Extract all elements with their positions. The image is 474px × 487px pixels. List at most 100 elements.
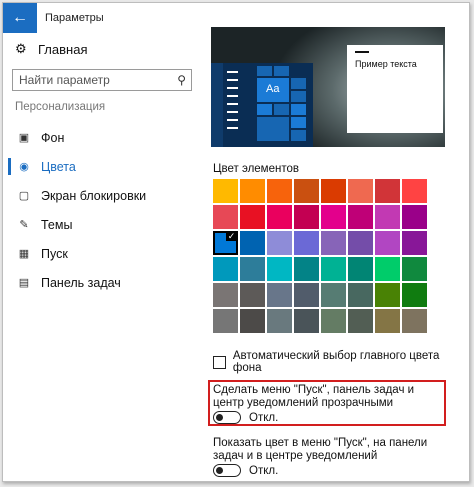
accent-colors-heading: Цвет элементов [213,163,299,175]
checkmark-icon: ✓ [226,231,237,241]
color-swatch[interactable] [294,283,319,307]
color-swatch[interactable] [321,309,346,333]
search-placeholder: Найти параметр [19,73,110,87]
color-swatch[interactable] [348,205,373,229]
color-swatch[interactable] [321,283,346,307]
sidebar: ⚙ Главная Найти параметр ⚲ Персонализаци… [3,33,199,481]
show-color-toggle-row[interactable]: Откл. [213,464,278,477]
color-swatch[interactable] [402,257,427,281]
color-swatch[interactable] [321,205,346,229]
color-swatch[interactable] [213,283,238,307]
toggle-knob [216,466,223,474]
color-swatch[interactable] [240,179,265,203]
auto-accent-label: Автоматический выбор главного цвета фона [232,350,440,374]
sidebar-item-colors[interactable]: ◉ Цвета [3,152,199,181]
color-swatch[interactable] [402,309,427,333]
color-swatch[interactable] [267,231,292,255]
preview-start-menu [223,63,253,147]
preview-sample-text: Пример текста [355,59,417,69]
transparency-toggle-row[interactable]: Откл. [213,411,278,424]
color-swatch[interactable] [294,257,319,281]
color-swatch[interactable] [240,205,265,229]
color-swatch[interactable] [375,179,400,203]
sidebar-nav: ▣ Фон ◉ Цвета ▢ Экран блокировки ✎ Темы … [3,123,199,297]
color-swatch[interactable] [267,179,292,203]
sidebar-item-label: Экран блокировки [41,188,147,203]
show-color-description: Показать цвет в меню "Пуск", на панели з… [213,437,428,462]
preview-sample-window: Пример текста [347,45,443,133]
color-swatch[interactable] [402,179,427,203]
transparency-state: Откл. [249,411,279,424]
color-swatch[interactable] [348,257,373,281]
color-swatch[interactable] [375,205,400,229]
show-color-toggle[interactable] [213,464,241,477]
home-label: Главная [38,41,88,57]
home-link[interactable]: ⚙ Главная [15,41,87,57]
color-swatch[interactable] [321,257,346,281]
preview-tile-text: Aa [266,83,280,95]
color-swatch[interactable] [240,231,265,255]
preview-tiles: Aa [253,63,313,147]
color-swatch[interactable] [213,257,238,281]
color-swatch[interactable] [375,231,400,255]
color-swatch[interactable] [240,283,265,307]
start-icon: ▦ [18,248,30,260]
palette-icon: ◉ [19,161,29,173]
sidebar-item-themes[interactable]: ✎ Темы [3,210,199,239]
color-swatch[interactable] [402,205,427,229]
color-swatch[interactable]: ✓ [213,231,238,255]
show-color-state: Откл. [249,464,279,477]
section-label: Персонализация [15,101,106,113]
color-swatch[interactable] [321,231,346,255]
toggle-knob [216,413,223,421]
color-swatch[interactable] [240,309,265,333]
accent-color-grid: ✓ [213,179,433,333]
sidebar-item-taskbar[interactable]: ▤ Панель задач [3,268,199,297]
theme-preview: Aa Пример текста [211,27,445,147]
color-swatch[interactable] [267,205,292,229]
back-button[interactable]: ← [3,3,37,33]
sidebar-item-label: Фон [41,130,65,145]
color-swatch[interactable] [213,205,238,229]
color-swatch[interactable] [240,257,265,281]
window-title: Параметры [45,12,104,24]
transparency-toggle[interactable] [213,411,241,424]
sidebar-item-lock-screen[interactable]: ▢ Экран блокировки [3,181,199,210]
auto-accent-checkbox-row[interactable]: Автоматический выбор главного цвета фона [213,350,469,374]
sidebar-item-label: Пуск [41,246,68,261]
taskbar-icon: ▤ [18,277,30,289]
color-swatch[interactable] [213,179,238,203]
color-swatch[interactable] [294,205,319,229]
color-swatch[interactable] [375,309,400,333]
image-icon: ▣ [18,132,30,144]
brush-icon: ✎ [19,219,29,231]
sidebar-item-start[interactable]: ▦ Пуск [3,239,199,268]
sidebar-item-label: Панель задач [41,275,121,290]
monitor-icon: ▢ [18,190,30,202]
color-swatch[interactable] [294,309,319,333]
sidebar-item-background[interactable]: ▣ Фон [3,123,199,152]
back-arrow-icon: ← [12,9,28,26]
color-swatch[interactable] [375,283,400,307]
color-swatch[interactable] [402,283,427,307]
color-swatch[interactable] [348,283,373,307]
color-swatch[interactable] [348,309,373,333]
color-swatch[interactable] [375,257,400,281]
color-swatch[interactable] [402,231,427,255]
color-swatch[interactable] [348,231,373,255]
search-icon[interactable]: ⚲ [177,73,186,87]
sidebar-item-label: Цвета [41,159,76,174]
color-swatch[interactable] [321,179,346,203]
color-swatch[interactable] [267,257,292,281]
color-swatch[interactable] [348,179,373,203]
search-input[interactable]: Найти параметр ⚲ [12,69,192,91]
gear-icon: ⚙ [15,41,27,56]
settings-window: ← Параметры ⚙ Главная Найти параметр ⚲ П… [2,2,470,482]
auto-accent-checkbox[interactable] [213,355,226,369]
color-swatch[interactable] [267,283,292,307]
color-swatch[interactable] [294,231,319,255]
color-swatch[interactable] [213,309,238,333]
color-swatch[interactable] [267,309,292,333]
sidebar-item-label: Темы [41,217,73,232]
color-swatch[interactable] [294,179,319,203]
